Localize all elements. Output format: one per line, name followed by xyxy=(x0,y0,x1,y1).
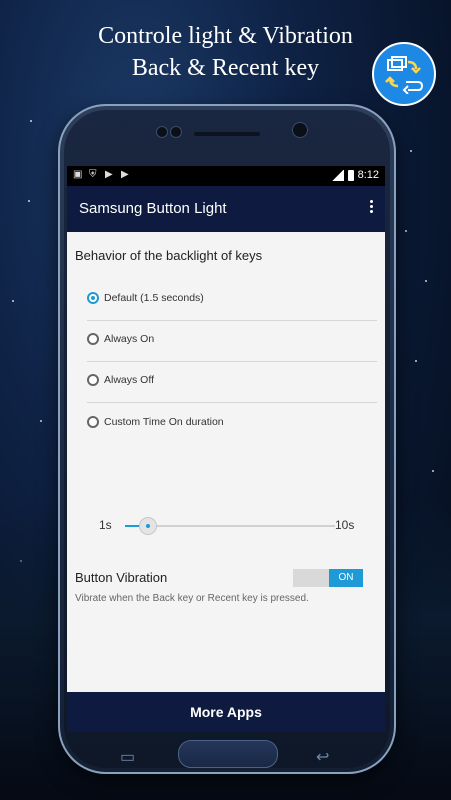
radio-button[interactable] xyxy=(87,416,99,428)
toggle-on-label: ON xyxy=(329,569,363,587)
option-always-off[interactable]: Always Off xyxy=(87,362,377,402)
app-bar: Samsung Button Light xyxy=(67,186,385,232)
option-label: Always Off xyxy=(104,374,154,386)
app-title: Samsung Button Light xyxy=(79,200,227,217)
shield-icon: ⛨ xyxy=(89,169,97,180)
duration-slider-thumb[interactable] xyxy=(139,517,157,535)
option-label: Custom Time On duration xyxy=(104,416,224,428)
headline-line-1: Controle light & Vibration xyxy=(98,23,353,49)
home-key[interactable] xyxy=(178,740,278,768)
front-sensor-icon xyxy=(156,126,168,138)
image-icon: ▣ xyxy=(73,169,83,180)
radio-button[interactable] xyxy=(87,374,99,386)
option-always-on[interactable]: Always On xyxy=(87,321,377,361)
vibration-toggle[interactable]: ON xyxy=(293,569,363,587)
status-bar: ▣ ⛨ ▶ ▶ 8:12 xyxy=(67,166,385,186)
signal-icon xyxy=(331,169,344,181)
battery-icon xyxy=(347,169,354,181)
slider-max-label: 10s xyxy=(335,518,355,532)
vibration-description: Vibrate when the Back key or Recent key … xyxy=(75,593,309,604)
front-camera-icon xyxy=(292,122,308,138)
settings-content: Behavior of the backlight of keys Defaul… xyxy=(67,232,385,692)
front-sensor-icon xyxy=(170,126,182,138)
option-custom-duration[interactable]: Custom Time On duration xyxy=(87,404,377,444)
option-label: Default (1.5 seconds) xyxy=(104,292,204,304)
vibration-title: Button Vibration xyxy=(75,570,168,585)
more-vert-icon[interactable] xyxy=(367,198,375,220)
slider-min-label: 1s xyxy=(99,518,112,532)
option-default[interactable]: Default (1.5 seconds) xyxy=(87,280,377,320)
radio-button[interactable] xyxy=(87,333,99,345)
play-icon: ▶ xyxy=(105,169,113,180)
radio-button[interactable] xyxy=(87,292,99,304)
more-apps-button[interactable]: More Apps xyxy=(67,692,385,732)
recent-apps-key-icon[interactable]: ▭ xyxy=(120,747,135,767)
behavior-section-title: Behavior of the backlight of keys xyxy=(75,248,263,263)
back-key-icon[interactable]: ↩ xyxy=(316,747,329,767)
play-icon: ▶ xyxy=(121,169,129,180)
phone-screen: ▣ ⛨ ▶ ▶ 8:12 Samsung Button Light Behavi… xyxy=(67,166,385,732)
earpiece-speaker xyxy=(194,132,260,136)
recent-back-swap-icon xyxy=(372,42,436,106)
status-time: 8:12 xyxy=(357,169,379,181)
option-label: Always On xyxy=(104,333,155,345)
divider xyxy=(87,402,377,403)
